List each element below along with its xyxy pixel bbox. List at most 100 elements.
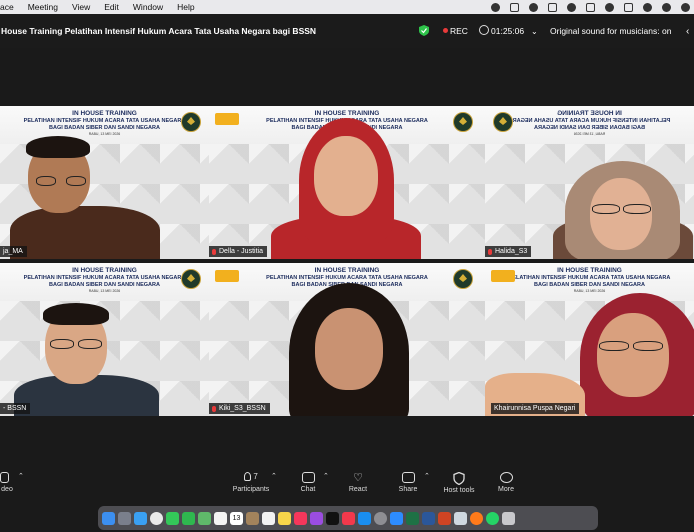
react-button[interactable]: ♡ React [344, 472, 372, 493]
video-tile-6[interactable]: IN HOUSE TRAINING PELATIHAN INTENSIF HUK… [485, 263, 694, 416]
tv-icon[interactable] [326, 511, 339, 525]
video-options-caret[interactable]: ⌃ [18, 472, 24, 480]
screen-icon[interactable] [510, 2, 519, 12]
glasses [78, 339, 102, 349]
virtual-background-banner: IN HOUSE TRAINING PELATIHAN INTENSIF HUK… [0, 263, 209, 301]
news-icon[interactable] [342, 511, 355, 525]
chat-options-caret[interactable]: ⌃ [323, 472, 329, 480]
participants-icon-group: 7 [227, 472, 275, 486]
video-button[interactable]: deo [0, 472, 14, 493]
bluetooth-icon[interactable] [567, 2, 576, 12]
safari-icon[interactable] [134, 511, 147, 525]
collapse-icon[interactable]: ‹ [686, 26, 689, 37]
banner-title: IN HOUSE TRAINING [557, 110, 622, 117]
shield-icon [453, 472, 465, 485]
menu-view[interactable]: View [72, 2, 90, 12]
chrome-icon[interactable] [150, 511, 163, 525]
launchpad-icon[interactable] [118, 511, 131, 525]
preview-icon[interactable] [454, 511, 467, 525]
banner-line-2: PELATIHAN INTENSIF HUKUM ACARA TATA USAH… [23, 275, 186, 281]
institution-logo [215, 270, 239, 282]
wifi-icon[interactable] [605, 2, 614, 12]
participant-hair [43, 303, 109, 325]
bssn-emblem-icon [453, 269, 473, 289]
status-icons [491, 0, 690, 14]
zoom-status-icon[interactable] [491, 2, 500, 12]
meeting-title-bar: House Training Pelatihan Intensif Hukum … [0, 14, 694, 48]
search-icon[interactable] [643, 2, 652, 12]
photos-icon[interactable] [214, 511, 227, 525]
participants-options-caret[interactable]: ⌃ [271, 472, 277, 480]
encryption-shield-icon[interactable] [419, 25, 429, 36]
host-tools-button[interactable]: Host tools [439, 472, 479, 494]
battery-icon[interactable] [586, 2, 595, 12]
macos-menu-bar: ace Meeting View Edit Window Help [0, 0, 694, 14]
bssn-emblem-icon [493, 112, 513, 132]
zoom-icon[interactable] [390, 511, 403, 525]
music-icon[interactable] [294, 511, 307, 525]
more-icon [499, 472, 513, 483]
share-button[interactable]: Share [394, 472, 422, 493]
video-tile-4[interactable]: IN HOUSE TRAINING PELATIHAN INTENSIF HUK… [0, 263, 209, 416]
participant-name-tag: Kiki_S3_BSSN [209, 403, 270, 414]
finder-icon[interactable] [102, 511, 115, 525]
recording-label[interactable]: REC [450, 26, 468, 36]
more-button[interactable]: More [495, 472, 517, 493]
chat-button[interactable]: Chat [295, 472, 321, 493]
brightness-icon[interactable] [548, 2, 557, 12]
powerpoint-icon[interactable] [438, 511, 451, 525]
menu-window[interactable]: Window [133, 2, 163, 12]
user-icon[interactable] [662, 2, 671, 12]
share-options-caret[interactable]: ⌃ [424, 472, 430, 480]
banner-line-3: BAGI BADAN SIBER DAN SANDI NEGARA [534, 125, 645, 131]
excel-icon[interactable] [406, 511, 419, 525]
participant-face [590, 178, 652, 250]
participants-count: 7 [253, 472, 258, 481]
glasses [36, 176, 56, 186]
glasses [623, 204, 651, 214]
banner-line-2: PELATIHAN INTENSIF HUKUM ACARA TATA USAH… [23, 118, 186, 124]
video-camera-icon [0, 472, 9, 483]
menu-edit[interactable]: Edit [104, 2, 119, 12]
whatsapp-icon[interactable] [486, 511, 499, 525]
participant-name-tag: Khairunnisa Puspa Negari [491, 403, 580, 414]
chevron-down-icon[interactable]: ⌄ [531, 27, 538, 36]
play-icon[interactable] [529, 2, 538, 12]
participant-name: Della - Justitia [219, 248, 263, 255]
word-icon[interactable] [422, 511, 435, 525]
banner-title: IN HOUSE TRAINING [72, 267, 137, 274]
participants-button[interactable]: 7 Participants [227, 472, 275, 493]
facetime-icon[interactable] [182, 511, 195, 525]
more-label: More [498, 486, 514, 493]
menu-app[interactable]: ace [0, 2, 14, 12]
heart-icon: ♡ [353, 472, 363, 484]
settings-icon[interactable] [374, 511, 387, 525]
original-sound-status[interactable]: Original sound for musicians: on [550, 26, 671, 36]
messages-icon[interactable] [166, 511, 179, 525]
maps-icon[interactable] [198, 511, 211, 525]
siri-icon[interactable] [681, 2, 690, 12]
virtual-background-banner: IN HOUSE TRAINING PELATIHAN INTENSIF HUK… [485, 106, 694, 144]
glasses [633, 341, 663, 351]
reminders-icon[interactable] [262, 511, 275, 525]
video-tile-2[interactable]: IN HOUSE TRAINING PELATIHAN INTENSIF HUK… [209, 106, 485, 259]
participants-label: Participants [232, 486, 270, 493]
firefox-icon[interactable] [470, 511, 483, 525]
control-center-icon[interactable] [624, 2, 633, 12]
video-tile-5[interactable]: IN HOUSE TRAINING PELATIHAN INTENSIF HUK… [209, 263, 485, 416]
video-label: deo [1, 486, 13, 493]
institution-logo [215, 113, 239, 125]
notes-icon[interactable] [278, 511, 291, 525]
menu-meeting[interactable]: Meeting [28, 2, 58, 12]
video-tile-1[interactable]: IN HOUSE TRAINING PELATIHAN INTENSIF HUK… [0, 106, 209, 259]
banner-date: RABU, 13 MEI 2026 [573, 132, 606, 136]
trash-icon[interactable] [502, 511, 515, 525]
podcasts-icon[interactable] [310, 511, 323, 525]
glasses [50, 339, 74, 349]
menu-help[interactable]: Help [177, 2, 194, 12]
appstore-icon[interactable] [358, 511, 371, 525]
calendar-icon[interactable]: 13 [230, 511, 243, 525]
bssn-emblem-icon [181, 112, 201, 132]
contacts-icon[interactable] [246, 511, 259, 525]
video-tile-3[interactable]: IN HOUSE TRAINING PELATIHAN INTENSIF HUK… [485, 106, 694, 259]
